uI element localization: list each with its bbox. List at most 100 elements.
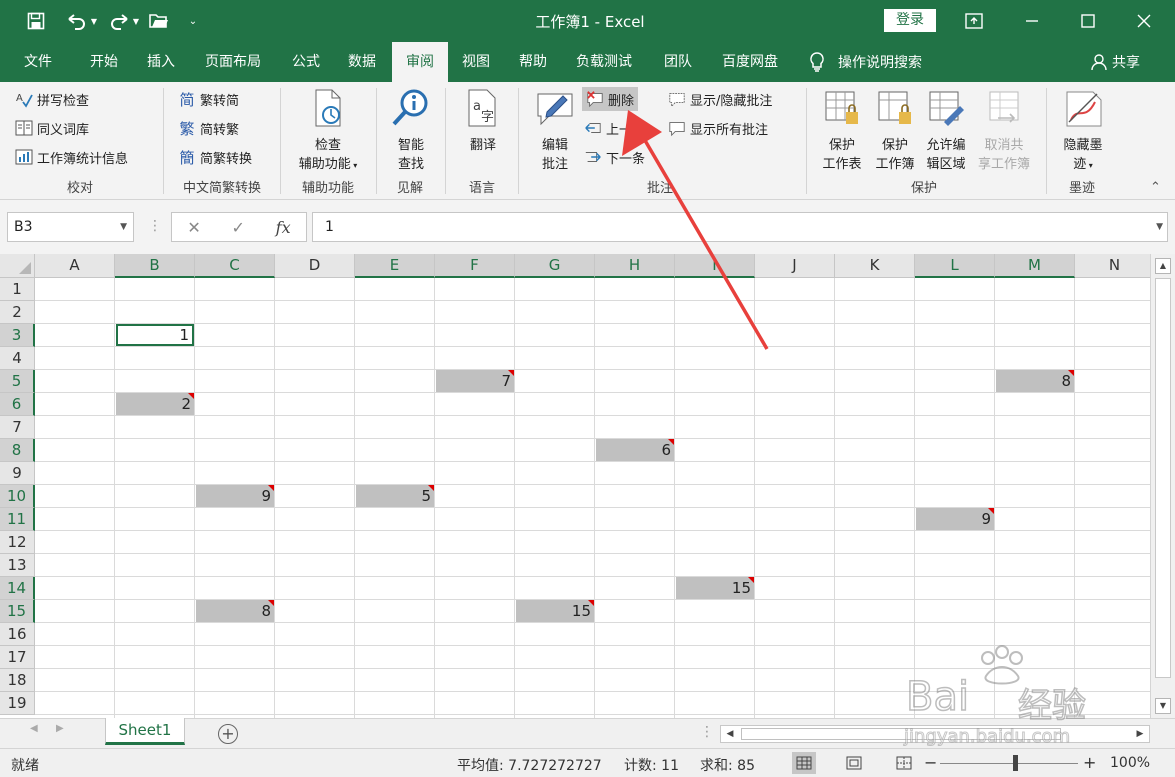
login-button[interactable]: 登录	[884, 9, 936, 32]
row-header-7[interactable]: 7	[0, 416, 35, 439]
spell-check-button[interactable]: A 拼写检查	[15, 87, 89, 111]
column-header-i[interactable]: I	[675, 254, 755, 278]
commented-cell[interactable]: 6	[596, 439, 674, 461]
name-box-dropdown-icon[interactable]: ▼	[120, 213, 127, 241]
scroll-down-icon[interactable]: ▼	[1155, 698, 1171, 714]
translate-button[interactable]: a字 翻译	[455, 88, 511, 155]
commented-cell[interactable]: 7	[436, 370, 514, 392]
tab-view[interactable]: 视图	[448, 42, 504, 82]
count-stat[interactable]: 计数: 11	[624, 755, 679, 775]
column-header-b[interactable]: B	[115, 254, 195, 278]
row-header-18[interactable]: 18	[0, 669, 35, 692]
commented-cell[interactable]: 15	[676, 577, 754, 599]
more-icon[interactable]: ⋮	[148, 218, 162, 234]
tab-page-layout[interactable]: 页面布局	[195, 42, 271, 82]
save-icon[interactable]	[18, 0, 54, 42]
customize-icon[interactable]: ⌄	[184, 0, 202, 42]
row-header-4[interactable]: 4	[0, 347, 35, 370]
tab-data[interactable]: 数据	[334, 42, 390, 82]
name-box[interactable]: B3 ▼	[7, 212, 134, 242]
show-all-comments-button[interactable]: 显示所有批注	[668, 116, 768, 140]
normal-view-icon[interactable]	[792, 752, 816, 774]
zoom-out-icon[interactable]: −	[924, 753, 937, 772]
convert-button[interactable]: 簡 简繁转换	[178, 145, 252, 169]
tab-baidu-netdisk[interactable]: 百度网盘	[712, 42, 788, 82]
active-cell[interactable]: 1	[116, 324, 194, 346]
row-header-12[interactable]: 12	[0, 531, 35, 554]
row-header-1[interactable]: 1	[0, 278, 35, 301]
share-button[interactable]: 共享	[1090, 42, 1140, 82]
tab-file[interactable]: 文件	[10, 42, 66, 82]
show-hide-comment-button[interactable]: 显示/隐藏批注	[668, 87, 772, 111]
commented-cell[interactable]: 9	[916, 508, 994, 530]
commented-cell[interactable]: 8	[196, 600, 274, 622]
commented-cell[interactable]: 5	[356, 485, 434, 507]
zoom-slider[interactable]	[940, 763, 1078, 764]
row-header-5[interactable]: 5	[0, 370, 35, 393]
edit-comment-button[interactable]: 编辑 批注	[528, 88, 582, 174]
zoom-in-icon[interactable]: +	[1083, 753, 1096, 772]
commented-cell[interactable]: 15	[516, 600, 594, 622]
cancel-icon[interactable]: ✕	[187, 218, 200, 237]
column-header-l[interactable]: L	[915, 254, 995, 278]
column-header-e[interactable]: E	[355, 254, 435, 278]
row-header-3[interactable]: 3	[0, 324, 35, 347]
row-header-17[interactable]: 17	[0, 646, 35, 669]
horizontal-scrollbar[interactable]: ◀ ▶	[720, 725, 1150, 743]
tab-review[interactable]: 审阅	[392, 42, 448, 82]
next-comment-button[interactable]: 下一条	[584, 145, 645, 169]
tab-formulas[interactable]: 公式	[278, 42, 334, 82]
prev-sheet-icon[interactable]: ◀	[30, 723, 38, 734]
thesaurus-button[interactable]: 同义词库	[15, 116, 89, 140]
to-simplified-button[interactable]: 简 繁转简	[178, 87, 239, 111]
column-header-g[interactable]: G	[515, 254, 595, 278]
row-header-9[interactable]: 9	[0, 462, 35, 485]
close-icon[interactable]	[1116, 0, 1172, 42]
to-traditional-button[interactable]: 繁 简转繁	[178, 116, 239, 140]
row-header-11[interactable]: 11	[0, 508, 35, 531]
undo-dropdown-icon[interactable]: ▼	[88, 0, 100, 42]
commented-cell[interactable]: 2	[116, 393, 194, 415]
row-header-6[interactable]: 6	[0, 393, 35, 416]
column-header-j[interactable]: J	[755, 254, 835, 278]
previous-comment-button[interactable]: 上一条	[584, 116, 645, 140]
redo-dropdown-icon[interactable]: ▼	[130, 0, 142, 42]
minimize-icon[interactable]	[1004, 0, 1060, 42]
unshare-workbook-button[interactable]: 取消共 享工作簿	[972, 88, 1036, 174]
protect-sheet-button[interactable]: 保护 工作表	[814, 88, 870, 174]
next-sheet-icon[interactable]: ▶	[56, 723, 64, 734]
scroll-right-icon[interactable]: ▶	[1131, 726, 1149, 742]
row-header-16[interactable]: 16	[0, 623, 35, 646]
zoom-percent[interactable]: 100%	[1110, 755, 1150, 771]
worksheet-grid[interactable]: A B C D E F G H I J K L M N 1 2 3 4 5 6 7 8 9 10 11 12 13 14 15 16 17 1…	[0, 254, 1150, 718]
delete-comment-button[interactable]: 删除	[582, 87, 639, 111]
add-sheet-icon[interactable]: +	[218, 724, 238, 744]
column-header-m[interactable]: M	[995, 254, 1075, 278]
allow-edit-ranges-button[interactable]: 允许编 辑区域	[920, 88, 972, 174]
tab-home[interactable]: 开始	[76, 42, 132, 82]
tab-split-icon[interactable]: ⋮	[700, 724, 714, 740]
column-header-f[interactable]: F	[435, 254, 515, 278]
tab-load-test[interactable]: 负载测试	[565, 42, 643, 82]
tab-team[interactable]: 团队	[650, 42, 706, 82]
sum-stat[interactable]: 求和: 85	[700, 755, 755, 775]
scroll-left-icon[interactable]: ◀	[721, 726, 739, 742]
formula-input[interactable]: 1 ▼	[312, 212, 1168, 242]
zoom-slider-thumb[interactable]	[1013, 755, 1018, 771]
row-header-8[interactable]: 8	[0, 439, 35, 462]
column-header-h[interactable]: H	[595, 254, 675, 278]
row-header-13[interactable]: 13	[0, 554, 35, 577]
enter-icon[interactable]: ✓	[232, 218, 245, 237]
tab-insert[interactable]: 插入	[133, 42, 189, 82]
column-header-k[interactable]: K	[835, 254, 915, 278]
insert-function-icon[interactable]: fx	[276, 218, 291, 237]
column-header-d[interactable]: D	[275, 254, 355, 278]
row-header-10[interactable]: 10	[0, 485, 35, 508]
maximize-icon[interactable]	[1060, 0, 1116, 42]
collapse-ribbon-icon[interactable]: ⌃	[1150, 180, 1161, 195]
page-layout-view-icon[interactable]	[842, 752, 866, 774]
page-break-view-icon[interactable]	[892, 752, 916, 774]
hide-ink-button[interactable]: 隐藏墨 迹 ▾	[1056, 88, 1110, 175]
sheet-tab[interactable]: Sheet1	[105, 718, 185, 745]
row-header-19[interactable]: 19	[0, 692, 35, 715]
